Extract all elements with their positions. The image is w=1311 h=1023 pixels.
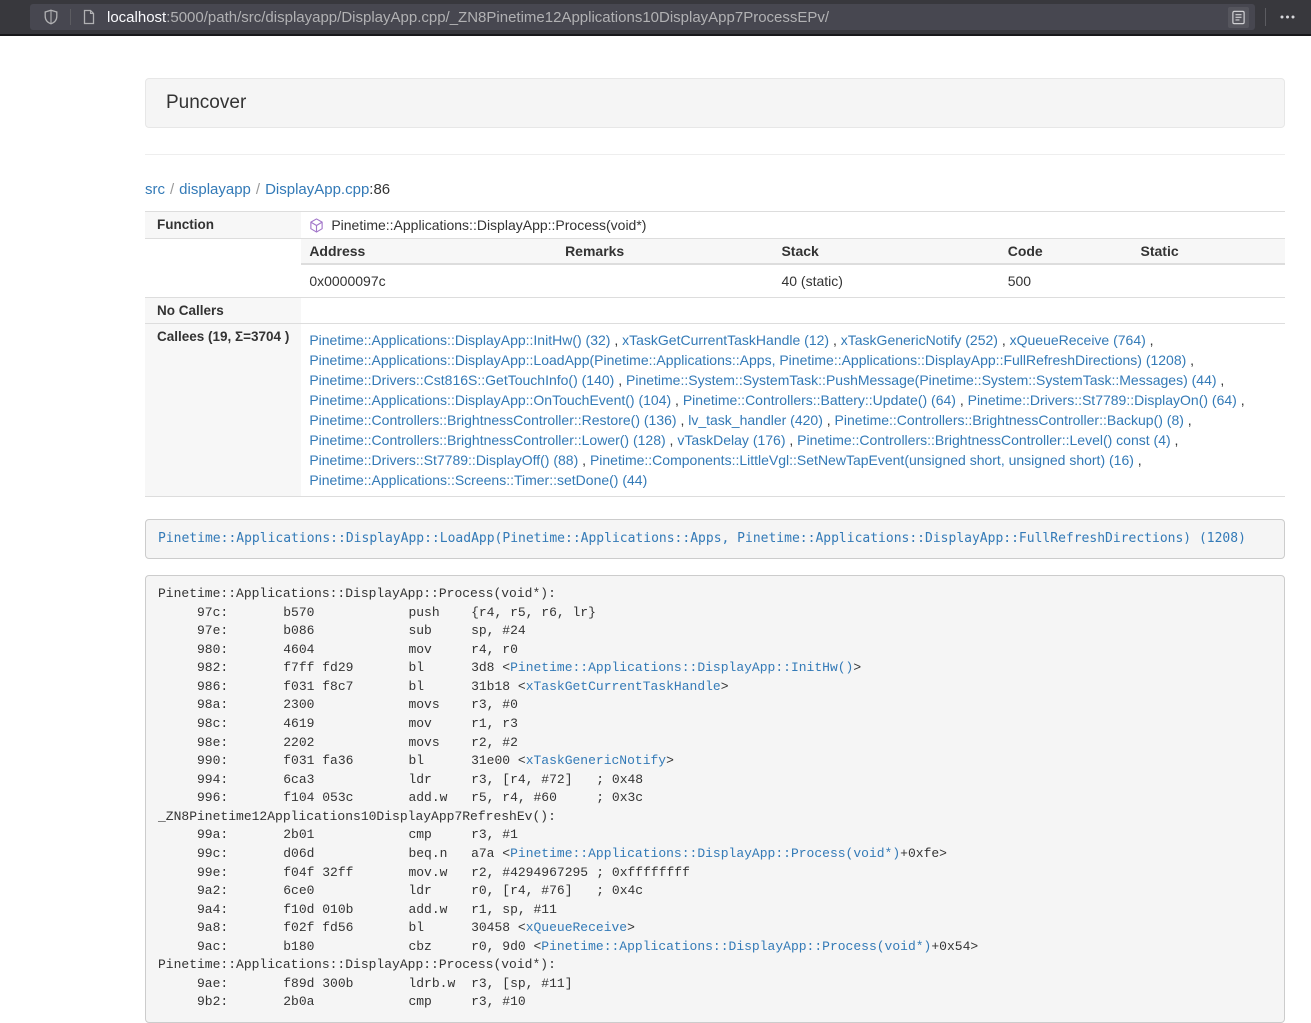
highlighted-symbol-box: Pinetime::Applications::DisplayApp::Load… — [145, 519, 1285, 559]
urlbar-divider — [70, 9, 71, 25]
column-header-remarks: Remarks — [557, 239, 773, 264]
app-brand-box: Puncover — [145, 78, 1285, 128]
symbol-table: Function Pinetime::Applications::Display… — [145, 211, 1285, 497]
callees-label: Callees (19, Σ=3704 ) — [145, 324, 301, 497]
column-header-stack: Stack — [773, 239, 999, 264]
assembly-symbol-link[interactable]: xTaskGenericNotify — [526, 753, 666, 768]
page-content: Puncover src/displayapp/DisplayApp.cpp:8… — [145, 36, 1285, 1023]
callee-link[interactable]: xQueueReceive (764) — [1010, 332, 1146, 348]
callee-link[interactable]: Pinetime::Controllers::BrightnessControl… — [309, 432, 665, 448]
static-value — [1133, 264, 1286, 297]
callee-link[interactable]: xTaskGenericNotify (252) — [841, 332, 998, 348]
callee-link[interactable]: lv_task_handler (420) — [688, 412, 823, 428]
column-header-code: Code — [1000, 239, 1133, 264]
metrics-table: Address Remarks Stack Code Static 0x0000… — [301, 239, 1285, 297]
app-title: Puncover — [166, 92, 246, 113]
menu-dots-icon[interactable] — [1276, 6, 1299, 28]
url-host: localhost — [107, 9, 166, 26]
breadcrumb: src/displayapp/DisplayApp.cpp:86 — [145, 181, 1285, 198]
metrics-row-spacer — [145, 239, 301, 298]
function-row: Function Pinetime::Applications::Display… — [145, 212, 1285, 239]
assembly-code: Pinetime::Applications::DisplayApp::Proc… — [158, 586, 978, 1009]
assembly-block: Pinetime::Applications::DisplayApp::Proc… — [145, 575, 1285, 1023]
code-value: 500 — [1000, 264, 1133, 297]
stack-value: 40 (static) — [773, 264, 999, 297]
assembly-symbol-link[interactable]: Pinetime::Applications::DisplayApp::Init… — [510, 660, 853, 675]
no-callers-label: No Callers — [145, 298, 301, 324]
metrics-values-row: 0x0000097c 40 (static) 500 — [301, 264, 1285, 297]
symbol-cube-icon — [309, 218, 324, 233]
no-callers-value — [301, 298, 1285, 324]
breadcrumb-link[interactable]: displayapp — [179, 181, 251, 198]
url-bar[interactable]: localhost:5000/path/src/displayapp/Displ… — [30, 4, 1255, 30]
remarks-value — [557, 264, 773, 297]
function-label: Function — [145, 212, 301, 239]
callee-link[interactable]: vTaskDelay (176) — [677, 432, 785, 448]
metrics-row: Address Remarks Stack Code Static 0x0000… — [145, 239, 1285, 298]
callee-link[interactable]: Pinetime::Drivers::St7789::DisplayOff() … — [309, 452, 578, 468]
callee-link[interactable]: Pinetime::Controllers::Battery::Update()… — [683, 392, 956, 408]
address-value: 0x0000097c — [301, 264, 557, 297]
callee-link[interactable]: Pinetime::System::SystemTask::PushMessag… — [626, 372, 1217, 388]
horizontal-rule — [145, 154, 1285, 155]
browser-toolbar: localhost:5000/path/src/displayapp/Displ… — [0, 0, 1311, 36]
callee-link[interactable]: Pinetime::Applications::Screens::Timer::… — [309, 472, 647, 488]
callee-link[interactable]: Pinetime::Components::LittleVgl::SetNewT… — [590, 452, 1134, 468]
breadcrumb-link[interactable]: src — [145, 181, 165, 198]
assembly-symbol-link[interactable]: Pinetime::Applications::DisplayApp::Proc… — [541, 939, 931, 954]
callee-link[interactable]: Pinetime::Applications::DisplayApp::OnTo… — [309, 392, 671, 408]
page-icon[interactable] — [79, 6, 99, 28]
shield-icon[interactable] — [40, 6, 62, 28]
url-path: :5000/path/src/displayapp/DisplayApp.cpp… — [166, 9, 829, 26]
callee-link[interactable]: Pinetime::Applications::DisplayApp::Load… — [309, 352, 1186, 368]
breadcrumb-separator: / — [165, 181, 179, 198]
assembly-symbol-link[interactable]: xQueueReceive — [526, 920, 627, 935]
callee-link[interactable]: Pinetime::Drivers::Cst816S::GetTouchInfo… — [309, 372, 614, 388]
callee-link[interactable]: Pinetime::Drivers::St7789::DisplayOn() (… — [968, 392, 1237, 408]
url-text: localhost:5000/path/src/displayapp/Displ… — [107, 9, 1228, 26]
toolbar-divider — [1265, 8, 1266, 26]
callee-link[interactable]: xTaskGetCurrentTaskHandle (12) — [622, 332, 829, 348]
reader-mode-icon[interactable] — [1228, 7, 1249, 28]
callees-row: Callees (19, Σ=3704 ) Pinetime::Applicat… — [145, 324, 1285, 497]
function-name: Pinetime::Applications::DisplayApp::Proc… — [331, 217, 646, 233]
breadcrumb-link[interactable]: DisplayApp.cpp — [265, 181, 369, 198]
breadcrumb-separator: / — [251, 181, 265, 198]
callee-link[interactable]: Pinetime::Controllers::BrightnessControl… — [309, 412, 676, 428]
callee-link[interactable]: Pinetime::Controllers::BrightnessControl… — [835, 412, 1184, 428]
column-header-address: Address — [301, 239, 557, 264]
column-header-static: Static — [1133, 239, 1286, 264]
assembly-symbol-link[interactable]: xTaskGetCurrentTaskHandle — [526, 679, 721, 694]
callees-list: Pinetime::Applications::DisplayApp::Init… — [301, 324, 1285, 497]
no-callers-row: No Callers — [145, 298, 1285, 324]
highlighted-symbol-link[interactable]: Pinetime::Applications::DisplayApp::Load… — [158, 531, 1246, 546]
breadcrumb-line-number: :86 — [369, 181, 390, 198]
assembly-symbol-link[interactable]: Pinetime::Applications::DisplayApp::Proc… — [510, 846, 900, 861]
callee-link[interactable]: Pinetime::Controllers::BrightnessControl… — [797, 432, 1170, 448]
callee-link[interactable]: Pinetime::Applications::DisplayApp::Init… — [309, 332, 610, 348]
